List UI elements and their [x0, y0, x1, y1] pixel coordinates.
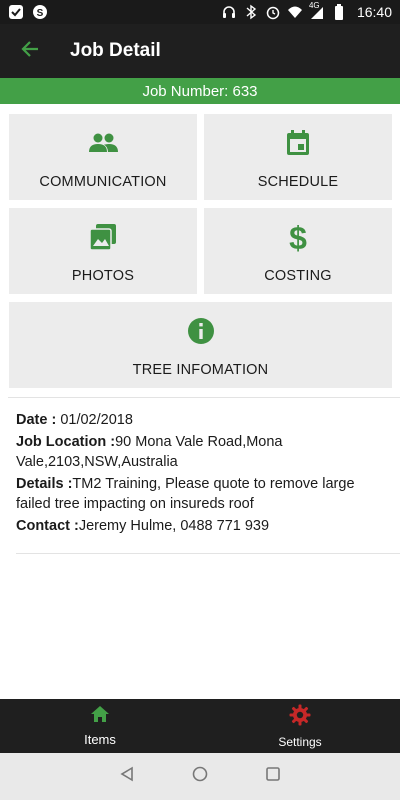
tree-information-tile[interactable]: TREE INFOMATION — [9, 302, 392, 388]
nav-items-button[interactable]: Items — [0, 699, 200, 753]
system-back-button[interactable] — [115, 765, 139, 789]
divider — [16, 553, 400, 554]
network-type-label: 4G — [308, 1, 320, 10]
communication-label: COMMUNICATION — [39, 174, 167, 190]
signal-icon: 4G — [308, 1, 325, 20]
square-recents-icon — [265, 766, 281, 787]
nav-settings-label: Settings — [278, 734, 322, 749]
status-time: 16:40 — [356, 4, 392, 20]
wifi-icon — [287, 4, 303, 20]
notification-icon — [8, 4, 24, 20]
battery-icon — [331, 4, 347, 20]
location-row: Job Location :90 Mona Vale Road,Mona Val… — [16, 432, 388, 472]
bluetooth-icon — [243, 4, 259, 20]
costing-tile[interactable]: $ COSTING — [204, 208, 392, 294]
page-title: Job Detail — [70, 40, 161, 61]
headset-icon — [221, 4, 237, 20]
system-recents-button[interactable] — [261, 765, 285, 789]
bottom-navigation: Items Settings — [0, 699, 400, 753]
app-bar: Job Detail — [0, 24, 400, 78]
app-icon: S — [32, 4, 48, 20]
photos-label: PHOTOS — [71, 268, 135, 284]
dollar-icon: $ — [286, 221, 310, 253]
calendar-icon — [285, 128, 311, 158]
contact-row: Contact :Jeremy Hulme, 0488 771 939 — [16, 516, 388, 536]
schedule-label: SCHEDULE — [257, 174, 339, 190]
job-details: Date : 01/02/2018 Job Location :90 Mona … — [16, 410, 388, 538]
location-label: Job Location : — [16, 434, 116, 450]
nav-items-label: Items — [84, 732, 116, 747]
job-number-banner: Job Number: 633 — [0, 78, 400, 104]
status-bar: S 4G 16:40 — [0, 0, 400, 24]
photos-icon — [89, 222, 117, 252]
communication-tile[interactable]: COMMUNICATION — [9, 114, 197, 200]
back-button[interactable] — [0, 24, 60, 78]
people-icon — [87, 128, 119, 158]
date-label: Date : — [16, 412, 61, 428]
info-icon — [187, 316, 215, 346]
home-icon — [90, 705, 110, 728]
divider — [8, 397, 400, 398]
date-value: 01/02/2018 — [60, 412, 133, 428]
details-row: Details :TM2 Training, Please quote to r… — [16, 474, 388, 514]
triangle-back-icon — [119, 766, 135, 787]
contact-label: Contact : — [16, 518, 79, 534]
system-navigation-bar — [0, 753, 400, 800]
svg-text:S: S — [37, 8, 44, 19]
system-home-button[interactable] — [188, 765, 212, 789]
arrow-back-icon — [20, 39, 40, 64]
circle-home-icon — [192, 766, 208, 787]
settings-gear-icon — [289, 704, 311, 731]
schedule-tile[interactable]: SCHEDULE — [204, 114, 392, 200]
tree-information-label: TREE INFOMATION — [132, 362, 269, 378]
photos-tile[interactable]: PHOTOS — [9, 208, 197, 294]
contact-value: Jeremy Hulme, 0488 771 939 — [78, 518, 270, 534]
date-row: Date : 01/02/2018 — [16, 410, 388, 430]
alarm-icon — [265, 4, 281, 20]
costing-label: COSTING — [264, 268, 332, 284]
details-label: Details : — [16, 476, 73, 492]
svg-text:$: $ — [289, 221, 307, 253]
nav-settings-button[interactable]: Settings — [200, 699, 400, 753]
